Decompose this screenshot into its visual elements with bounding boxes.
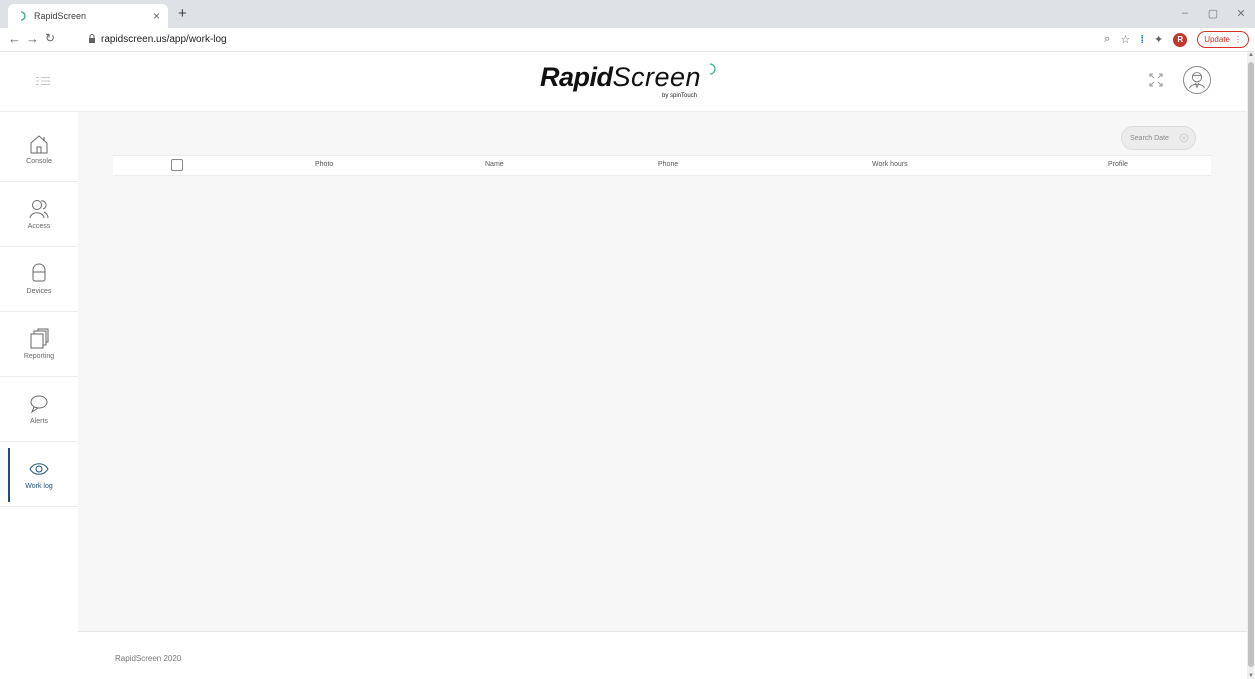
logo-light-text: Screen: [612, 62, 702, 92]
fullscreen-icon[interactable]: [1149, 73, 1163, 87]
window-controls: – ▢ ✕: [1171, 0, 1255, 28]
browser-toolbar: ← → ↻ rapidscreen.us/app/work-log ⌕ ☆ ⁞ …: [0, 28, 1255, 52]
browser-tab[interactable]: RapidScreen ×: [8, 4, 168, 28]
device-icon: [32, 263, 46, 282]
menu-toggle-icon[interactable]: [36, 76, 50, 86]
scrollbar-thumb[interactable]: [1248, 62, 1254, 667]
sidebar-item-devices[interactable]: Devices: [0, 247, 78, 312]
footer: RapidScreen 2020: [78, 631, 1247, 679]
search-date-field[interactable]: Search Date: [1121, 126, 1196, 150]
sidebar-item-label: Reporting: [23, 353, 55, 360]
column-header-profile[interactable]: Profile: [1108, 161, 1128, 168]
sidebar-item-label: Work log: [25, 483, 53, 490]
sidebar-item-label: Access: [27, 223, 51, 230]
sidebar-item-access[interactable]: Access: [0, 182, 78, 247]
column-header-phone[interactable]: Phone: [658, 161, 678, 168]
reload-icon[interactable]: ↻: [45, 31, 55, 45]
minimize-button[interactable]: –: [1171, 0, 1199, 26]
sidebar-item-label: Console: [26, 158, 52, 165]
eye-icon: [29, 463, 49, 475]
home-icon: [30, 135, 48, 154]
zoom-icon[interactable]: ⌕: [1104, 33, 1110, 46]
reports-icon: [30, 328, 49, 349]
rapidscreen-logo[interactable]: RapidScreen by spinTouch: [540, 62, 740, 106]
more-menu-icon: ⋮: [1234, 35, 1242, 44]
new-tab-button[interactable]: +: [178, 5, 187, 22]
select-all-checkbox[interactable]: [171, 159, 183, 171]
close-window-button[interactable]: ✕: [1227, 0, 1255, 26]
sidebar-item-alerts[interactable]: Alerts: [0, 377, 78, 442]
back-arrow-icon[interactable]: ←: [8, 31, 21, 46]
logo-swoosh-icon: [709, 63, 716, 75]
main-content: Search Date Photo Name Phone Work hours …: [78, 112, 1247, 631]
sidebar: Console Access Devices Reporting Alerts …: [0, 112, 78, 679]
column-header-name[interactable]: Name: [485, 161, 504, 168]
tab-close-icon[interactable]: ×: [153, 9, 160, 23]
logo-byline: by spinTouch: [662, 93, 698, 99]
sidebar-item-label: Devices: [26, 288, 52, 295]
extension-icon[interactable]: ⁞: [1140, 34, 1144, 46]
chat-bubble-icon: [30, 395, 48, 414]
bookmark-star-icon[interactable]: ☆: [1120, 33, 1130, 46]
forward-arrow-icon[interactable]: →: [26, 31, 39, 46]
scroll-up-icon[interactable]: ▲: [1248, 52, 1254, 58]
extensions-puzzle-icon[interactable]: ✦: [1154, 33, 1163, 46]
sidebar-item-work-log[interactable]: Work log: [0, 442, 78, 507]
sidebar-item-label: Alerts: [30, 418, 48, 425]
rapidscreen-favicon-icon: [20, 11, 26, 21]
restore-button[interactable]: ▢: [1199, 0, 1227, 26]
table-header: Photo Name Phone Work hours Profile: [113, 155, 1211, 176]
column-header-work-hours[interactable]: Work hours: [872, 161, 908, 168]
logo-bold-text: Rapid: [540, 62, 613, 92]
sidebar-item-console[interactable]: Console: [0, 117, 78, 182]
search-date-placeholder: Search Date: [1130, 134, 1169, 142]
column-header-photo[interactable]: Photo: [315, 161, 333, 168]
app-header: RapidScreen by spinTouch: [0, 52, 1247, 112]
tab-title: RapidScreen: [34, 11, 87, 21]
update-button[interactable]: Update ⋮: [1197, 31, 1249, 48]
browser-tabstrip: RapidScreen × + – ▢ ✕: [0, 0, 1255, 28]
address-bar[interactable]: rapidscreen.us/app/work-log: [101, 34, 227, 45]
users-icon: [29, 200, 49, 219]
clear-search-icon[interactable]: [1179, 133, 1189, 143]
page-scrollbar[interactable]: ▲ ▼: [1247, 52, 1255, 679]
sidebar-item-reporting[interactable]: Reporting: [0, 312, 78, 377]
update-label: Update: [1204, 35, 1230, 44]
profile-avatar[interactable]: R: [1173, 32, 1188, 47]
scroll-down-icon[interactable]: ▼: [1248, 673, 1254, 679]
user-avatar-icon[interactable]: [1183, 66, 1211, 94]
footer-copyright: RapidScreen 2020: [115, 654, 182, 663]
lock-icon: [89, 34, 95, 43]
toolbar-actions: ⌕ ☆ ⁞ ✦ R Update ⋮: [1104, 31, 1249, 48]
